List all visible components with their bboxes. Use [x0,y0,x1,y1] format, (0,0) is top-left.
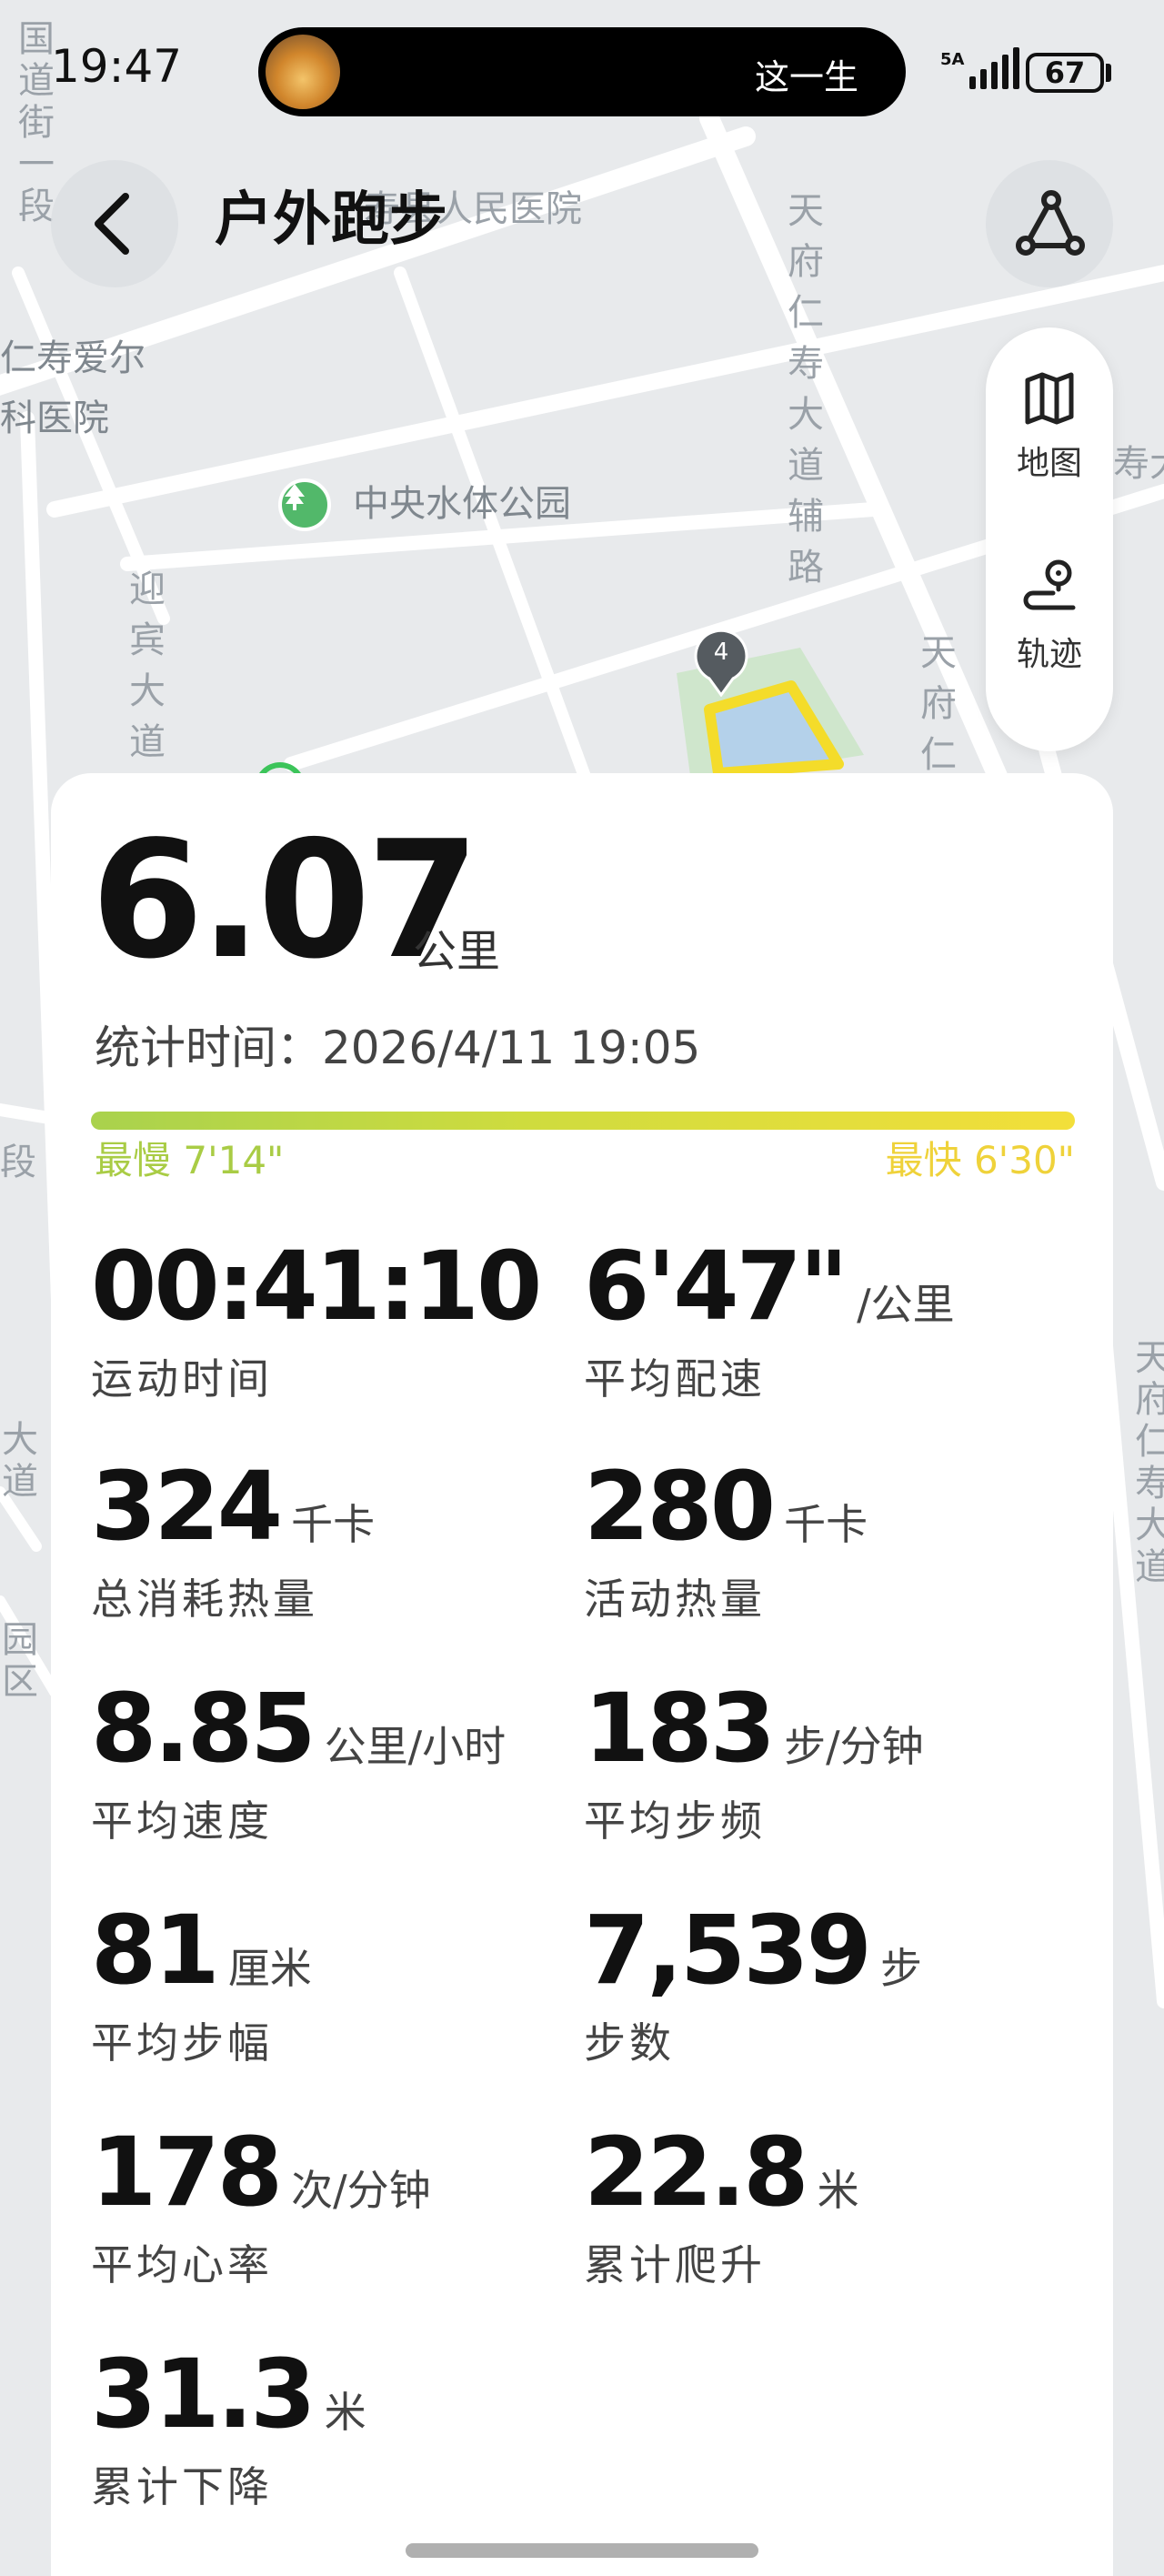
map-icon [1025,372,1074,425]
workout-summary-card: 6.07 公里 统计时间：2026/4/11 19:05 最慢 7'14" 最快… [51,773,1113,2576]
metric-total-descent: 31.3 米 累计下降 [91,2340,366,2514]
metric-avg-heart-rate: 178 次/分钟 平均心率 [91,2118,431,2292]
map-label-eye-hospital-1: 仁寿爱尔 [0,337,146,379]
metric-label: 累计下降 [91,2462,273,2511]
music-island[interactable]: 这一生 [258,27,906,116]
metric-label: 平均速度 [91,1796,273,1846]
metric-label: 平均配速 [584,1354,766,1404]
map-toggle-button[interactable]: 地图 [986,369,1113,484]
metric-avg-cadence: 183 步/分钟 平均步频 [584,1674,924,1848]
map-label-edge-left-2: 大道 [2,1419,38,1503]
battery-tip [1106,64,1111,82]
home-indicator[interactable] [406,2543,758,2558]
metric-value: 324 [91,1451,283,1562]
map-label-road-tianfu-aux: 天府仁寿大道辅路 [788,190,824,589]
metric-value: 6'47" [584,1231,848,1342]
distance-unit: 公里 [413,926,501,977]
battery-level: 67 [1044,55,1086,90]
metric-label: 累计爬升 [584,2240,766,2289]
metric-unit: /公里 [857,1280,955,1329]
metric-unit: 步 [879,1944,922,1993]
metric-unit: 千卡 [784,1500,868,1549]
metric-label: 步数 [584,2018,675,2068]
metric-total-calories: 324 千卡 总消耗热量 [91,1452,375,1626]
metric-value: 7,539 [584,1895,872,2006]
metric-total-ascent: 22.8 米 累计爬升 [584,2118,859,2292]
signal-icon [969,47,1019,89]
album-art [266,35,340,109]
metric-label: 活动热量 [584,1575,766,1624]
status-time: 19:47 [51,40,183,93]
map-label-road-tianfu-right: 天府仁寿大道 [1135,1337,1164,1588]
route-icon [1016,190,1085,256]
metric-steps: 7,539 步 步数 [584,1896,922,2070]
map-label-edge-left-1: 段 [0,1142,36,1183]
metric-value: 8.85 [91,1673,316,1784]
map-label-edge-left-3: 园区 [2,1619,38,1703]
metric-unit: 米 [817,2166,859,2215]
page-title: 户外跑步 [215,186,447,254]
map-label-road-vertical-left: 迎宾大道 [129,569,166,763]
metric-unit: 千卡 [291,1500,376,1549]
network-label: 5A [940,50,965,69]
metric-value: 280 [584,1451,776,1562]
metric-duration: 00:41:10 运动时间 [91,1232,550,1406]
km-marker-number: 4 [713,639,729,666]
pace-slowest: 最慢 7'14" [95,1138,285,1182]
metric-value: 31.3 [91,2339,316,2450]
metric-value: 178 [91,2117,283,2228]
map-side-panel: 地图 轨迹 [986,327,1113,751]
metric-label: 平均步幅 [91,2018,273,2068]
map-toggle-label: 地图 [1016,445,1082,482]
battery-icon: 67 [1026,53,1104,93]
metric-avg-pace: 6'47"/公里 平均配速 [584,1232,955,1406]
map-label-road-tianfu: 天府仁 [920,632,957,776]
metric-avg-stride: 81 厘米 平均步幅 [91,1896,312,2070]
metric-unit: 厘米 [227,1944,312,1993]
map-label-park: 中央水体公园 [353,483,571,525]
km-marker-pin[interactable]: 4 [693,628,749,697]
music-title: 这一生 [755,57,859,97]
metric-unit: 公里/小时 [324,1722,507,1771]
metric-value: 81 [91,1895,220,2006]
metric-value: 22.8 [584,2117,809,2228]
back-button[interactable] [51,160,178,287]
chevron-left-icon [95,193,129,255]
track-icon [1023,559,1076,610]
metric-label: 运动时间 [91,1354,273,1404]
metric-unit: 步/分钟 [784,1722,924,1771]
park-tree-icon [278,478,331,531]
metric-label: 总消耗热量 [91,1575,318,1624]
metric-value: 183 [584,1673,776,1784]
metric-active-calories: 280 千卡 活动热量 [584,1452,868,1626]
metric-label: 平均心率 [91,2240,273,2289]
map-label-edge-right: 寿大 [1113,443,1164,485]
pace-gradient-bar [91,1112,1075,1130]
map-label-eye-hospital-2: 眼科医院 [0,397,109,439]
metric-label: 平均步频 [584,1796,766,1846]
track-toggle-label: 轨迹 [1016,636,1082,673]
metric-unit: 米 [324,2388,366,2437]
stat-time: 统计时间：2026/4/11 19:05 [95,1021,701,1074]
metric-value: 00:41:10 [91,1231,542,1342]
route-share-button[interactable] [986,160,1113,287]
track-toggle-button[interactable]: 轨迹 [986,555,1113,675]
metric-unit: 次/分钟 [291,2166,431,2215]
metric-avg-speed: 8.85 公里/小时 平均速度 [91,1674,506,1848]
pace-fastest: 最快 6'30" [885,1138,1075,1182]
